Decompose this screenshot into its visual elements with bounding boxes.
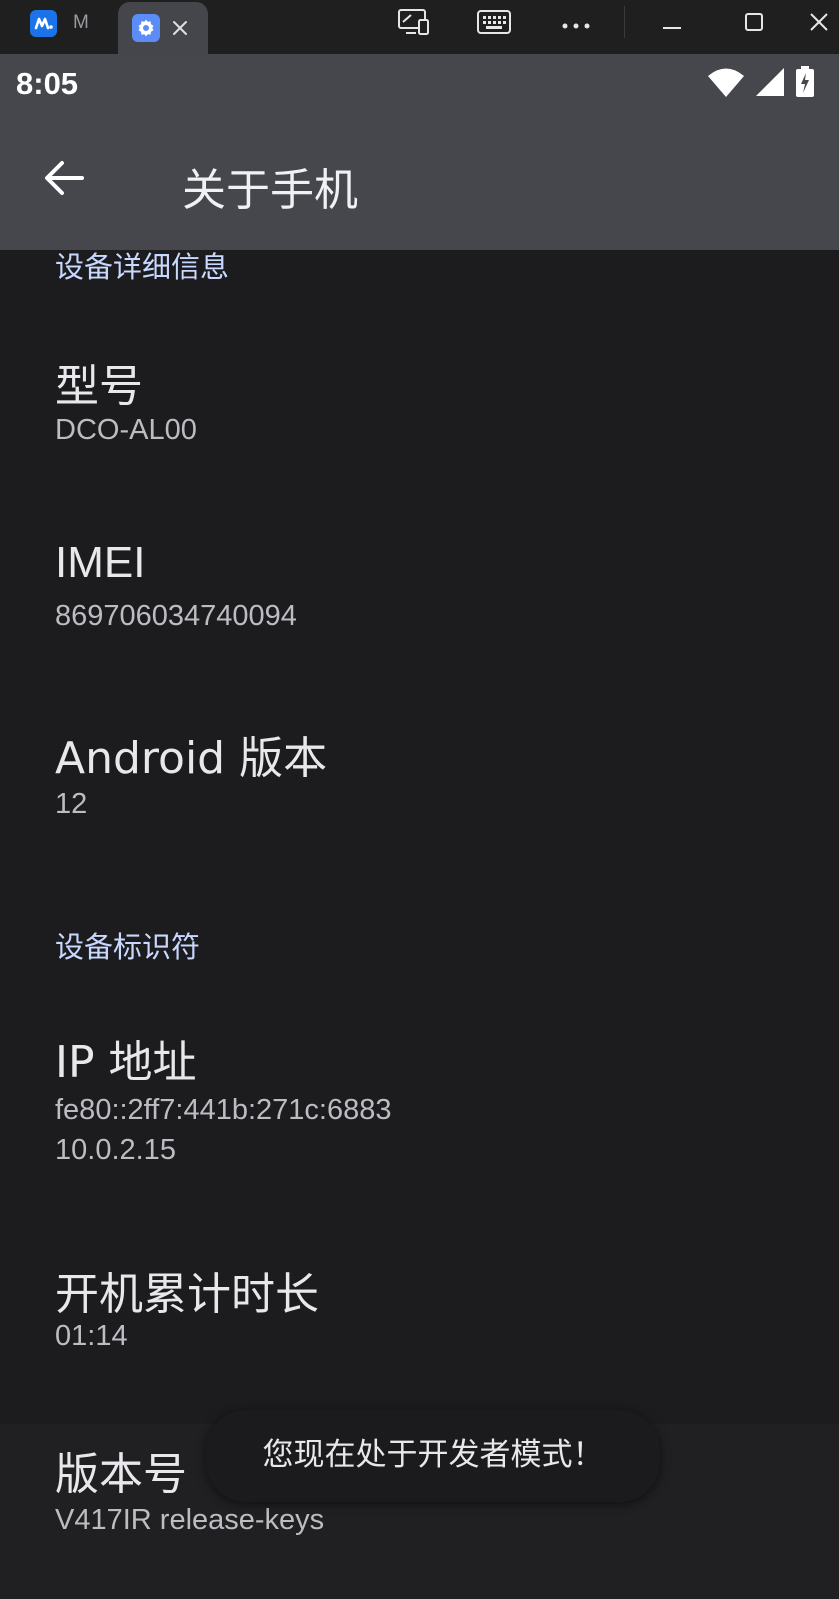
pref-summary: V417IR release-keys <box>55 1504 325 1536</box>
back-button[interactable] <box>36 152 92 208</box>
toast-message: 您现在处于开发者模式！ <box>262 1436 604 1473</box>
pref-title: Android 版本 <box>55 733 328 784</box>
section-header-device-details: 设备详细信息 <box>55 250 230 284</box>
minimize-icon <box>662 15 682 34</box>
pref-model[interactable]: 型号 DCO-AL00 <box>0 320 839 490</box>
pref-title: 版本号 <box>55 1449 187 1500</box>
maximize-button[interactable] <box>734 4 774 44</box>
pref-summary: 12 <box>55 788 88 820</box>
more-options-button[interactable] <box>556 4 596 44</box>
close-window-button[interactable] <box>808 4 839 44</box>
host-window-bar: M <box>0 0 839 54</box>
app-header: 8:05 关于手机 <box>0 54 839 250</box>
pref-title: IMEI <box>55 538 146 587</box>
section-header-device-identifiers: 设备标识符 <box>55 930 201 964</box>
host-tab-title: M <box>73 12 89 33</box>
pref-ip-address[interactable]: IP 地址 fe80::2ff7:441b:271c:6883 10.0.2.1… <box>0 1010 839 1210</box>
minimize-button[interactable] <box>652 4 692 44</box>
pref-android-version[interactable]: Android 版本 12 <box>0 700 839 870</box>
pref-imei[interactable]: IMEI 869706034740094 <box>0 510 839 680</box>
keyboard-button[interactable] <box>474 4 514 44</box>
pref-summary: DCO-AL00 <box>55 414 197 446</box>
status-icons <box>707 66 815 102</box>
app-logo-icon <box>30 9 57 37</box>
battery-charging-icon <box>795 66 815 102</box>
status-time: 8:05 <box>16 66 79 101</box>
pref-summary: 869706034740094 <box>55 600 297 632</box>
host-bar-divider <box>624 6 625 38</box>
arrow-back-icon <box>44 160 84 200</box>
screen-mirror-button[interactable] <box>394 4 434 44</box>
settings-list[interactable]: 设备详细信息 型号 DCO-AL00 IMEI 869706034740094 … <box>0 250 839 1599</box>
page-title: 关于手机 <box>182 165 358 216</box>
pref-summary: 01:14 <box>55 1320 128 1352</box>
monitor-icon <box>397 8 431 40</box>
maximize-icon <box>744 12 764 36</box>
close-icon <box>808 11 830 37</box>
host-tab-settings[interactable] <box>118 2 208 54</box>
close-tab-icon[interactable] <box>172 20 188 36</box>
more-icon <box>561 15 591 34</box>
pref-title: IP 地址 <box>55 1037 197 1088</box>
settings-gear-icon <box>132 14 160 42</box>
pref-title: 型号 <box>55 361 143 412</box>
pref-title: 开机累计时长 <box>55 1269 319 1320</box>
pref-summary-line-1: fe80::2ff7:441b:271c:6883 <box>55 1094 392 1126</box>
wifi-icon <box>707 67 745 101</box>
pref-uptime[interactable]: 开机累计时长 01:14 <box>0 1250 839 1410</box>
keyboard-icon <box>476 9 512 39</box>
host-tab-app[interactable]: M <box>0 0 116 46</box>
cell-signal-icon <box>755 67 785 101</box>
developer-mode-toast: 您现在处于开发者模式！ <box>206 1410 660 1502</box>
pref-summary-line-2: 10.0.2.15 <box>55 1134 176 1166</box>
